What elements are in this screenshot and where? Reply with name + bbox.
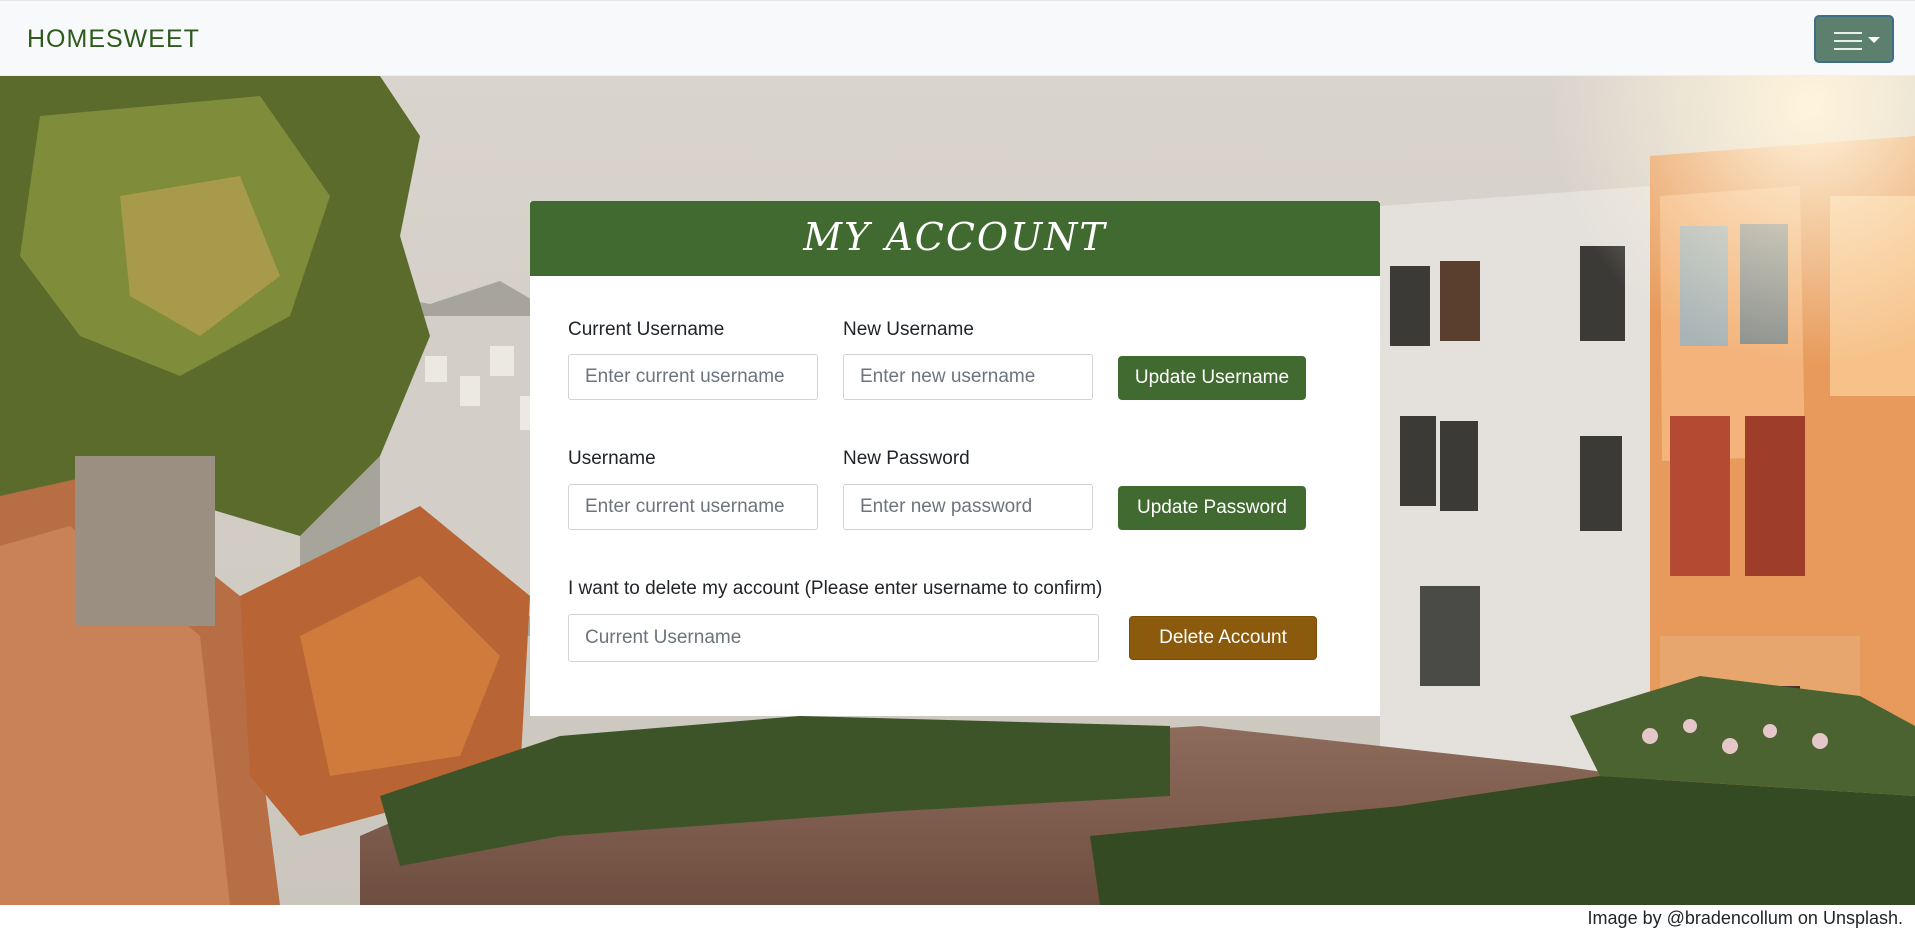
new-username-input[interactable] [843, 354, 1093, 400]
update-username-button[interactable]: Update Username [1118, 356, 1306, 400]
username-label: Username [568, 448, 656, 469]
current-username-label: Current Username [568, 319, 725, 340]
navbar: HOMESWEET [0, 0, 1915, 76]
page-title: MY ACCOUNT [803, 215, 1107, 259]
password-username-input[interactable] [568, 484, 818, 530]
new-password-label: New Password [843, 448, 970, 469]
menu-toggle-button[interactable] [1814, 15, 1894, 63]
card-header: MY ACCOUNT [530, 201, 1380, 276]
caret-down-icon [1868, 37, 1880, 43]
hamburger-menu-icon [1834, 32, 1862, 50]
delete-account-button[interactable]: Delete Account [1129, 616, 1317, 660]
my-account-card: MY ACCOUNT Current Username New Username… [530, 201, 1380, 716]
current-username-input[interactable] [568, 354, 818, 400]
image-credit: Image by @bradencollum on Unsplash. [1587, 908, 1903, 928]
brand-logo[interactable]: HOMESWEET [27, 25, 200, 54]
update-password-button[interactable]: Update Password [1118, 486, 1306, 530]
new-password-input[interactable] [843, 484, 1093, 530]
delete-confirm-username-input[interactable] [568, 614, 1099, 662]
new-username-label: New Username [843, 319, 974, 340]
delete-account-label: I want to delete my account (Please ente… [568, 578, 1103, 599]
